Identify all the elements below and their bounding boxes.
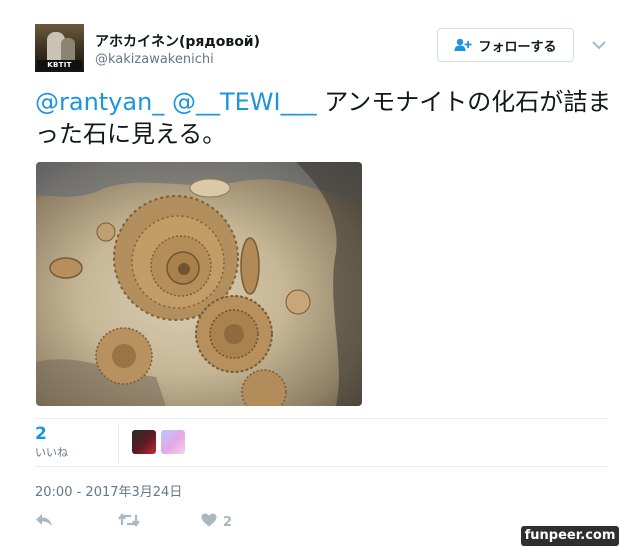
avatar[interactable]: KBTIT [35, 24, 84, 72]
mention-link[interactable]: @__TEWI___ [172, 88, 317, 116]
mention-link[interactable]: @rantyan_ [35, 88, 164, 116]
avatar-caption: KBTIT [37, 60, 82, 70]
follow-icon [454, 38, 473, 52]
retweet-button[interactable] [118, 512, 140, 532]
like-count: 2 [223, 514, 233, 530]
liker-avatar[interactable] [161, 430, 185, 454]
follow-button[interactable]: フォローする [437, 28, 574, 62]
tweet-text: @rantyan_ @__TEWI___ アンモナイトの化石が詰まった石に見える… [35, 86, 615, 150]
avatar-figure-secondary [61, 38, 75, 62]
likes-label[interactable]: いいね [35, 444, 68, 460]
reply-button[interactable] [35, 512, 53, 532]
reply-icon [35, 513, 53, 531]
tweet-photo[interactable] [36, 162, 362, 406]
divider [118, 425, 119, 463]
divider [35, 418, 607, 419]
ammonite-medium [195, 295, 273, 373]
divider [35, 466, 607, 467]
tweet-timestamp[interactable]: 20:00 - 2017年3月24日 [35, 481, 182, 500]
display-name[interactable]: アホカイネン(рядовой) [95, 31, 260, 51]
chevron-down-icon[interactable] [590, 38, 608, 52]
user-handle[interactable]: @kakizawakenichi [95, 52, 214, 67]
heart-icon [201, 513, 217, 531]
liker-avatar[interactable] [132, 430, 156, 454]
like-button[interactable]: 2 [201, 512, 232, 532]
watermark: funpeer.com [521, 526, 619, 546]
likes-count[interactable]: 2 [35, 424, 47, 444]
retweet-icon [118, 513, 140, 531]
follow-label: フォローする [478, 39, 557, 55]
